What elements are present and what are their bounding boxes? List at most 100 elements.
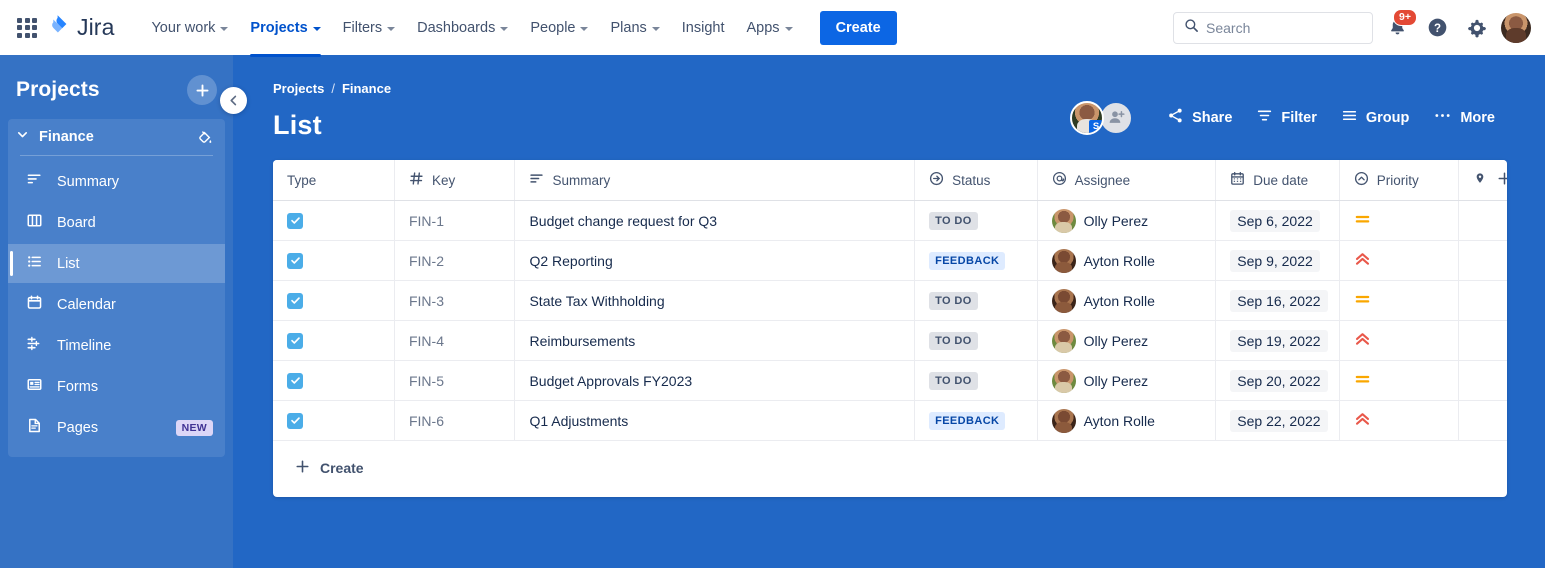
cell-priority[interactable] [1339, 281, 1458, 321]
cell-key[interactable]: FIN-6 [394, 401, 514, 441]
breadcrumb-projects[interactable]: Projects [273, 81, 324, 96]
cell-assignee[interactable]: Ayton Rolle [1037, 281, 1216, 321]
cell-due-date[interactable]: Sep 22, 2022 [1216, 401, 1340, 441]
status-badge[interactable]: FEEDBACK [929, 412, 1005, 430]
cell-priority[interactable] [1339, 321, 1458, 361]
task-checkbox-icon[interactable] [287, 213, 303, 229]
add-person-icon[interactable] [1099, 101, 1133, 135]
nav-plans[interactable]: Plans [601, 13, 668, 43]
cell-key[interactable]: FIN-1 [394, 201, 514, 241]
nav-dashboards[interactable]: Dashboards [408, 13, 517, 43]
nav-your-work[interactable]: Your work [142, 13, 237, 43]
footer-create-button[interactable]: Create [273, 441, 1507, 497]
cell-assignee[interactable]: Olly Perez [1037, 201, 1216, 241]
status-badge[interactable]: TO DO [929, 292, 978, 310]
nav-insight[interactable]: Insight [673, 13, 734, 43]
priority-medium-icon[interactable] [1354, 295, 1371, 311]
assignee[interactable]: Olly Perez [1052, 369, 1202, 393]
due-date-value[interactable]: Sep 6, 2022 [1230, 210, 1320, 232]
paint-bucket-icon[interactable] [196, 129, 213, 146]
breadcrumb-finance[interactable]: Finance [342, 81, 391, 96]
table-row[interactable]: FIN-6 Q1 Adjustments FEEDBACK Ayton Rolle Se… [273, 401, 1507, 441]
cell-status[interactable]: TO DO [915, 201, 1037, 241]
cell-summary[interactable]: Q2 Reporting [515, 241, 915, 281]
filter-button[interactable]: Filter [1244, 100, 1328, 135]
cell-key[interactable]: FIN-5 [394, 361, 514, 401]
jira-home-link[interactable]: Jira [46, 13, 114, 42]
cell-assignee[interactable]: Olly Perez [1037, 321, 1216, 361]
cell-type[interactable] [273, 401, 394, 441]
cell-type[interactable] [273, 321, 394, 361]
cell-type[interactable] [273, 281, 394, 321]
create-button[interactable]: Create [820, 11, 897, 45]
issue-key-link[interactable]: FIN-3 [409, 293, 444, 309]
column-header-assignee[interactable]: Assignee [1037, 160, 1216, 201]
task-checkbox-icon[interactable] [287, 253, 303, 269]
table-row[interactable]: FIN-5 Budget Approvals FY2023 TO DO Olly Pe… [273, 361, 1507, 401]
table-row[interactable]: FIN-4ReimbursementsTO DOOlly PerezSep 19… [273, 321, 1507, 361]
column-header-status[interactable]: Status [915, 160, 1037, 201]
chevron-down-icon[interactable] [16, 128, 29, 146]
avatar[interactable]: S [1070, 101, 1104, 135]
sidebar-item-summary[interactable]: Summary [8, 162, 225, 201]
task-checkbox-icon[interactable] [287, 373, 303, 389]
column-header-due-date[interactable]: Due date [1216, 160, 1340, 201]
notifications-button[interactable]: 9+ [1381, 12, 1413, 44]
more-button[interactable]: More [1421, 100, 1507, 135]
table-row[interactable]: FIN-1Budget change request for Q3TO DOOl… [273, 201, 1507, 241]
sidebar-item-list[interactable]: List [8, 244, 225, 283]
column-header-type[interactable]: Type [273, 160, 394, 201]
cell-type[interactable] [273, 241, 394, 281]
assignee[interactable]: Olly Perez [1052, 329, 1202, 353]
cell-due-date[interactable]: Sep 6, 2022 [1216, 201, 1340, 241]
issue-key-link[interactable]: FIN-4 [409, 333, 444, 349]
priority-high-icon[interactable] [1354, 415, 1371, 431]
grid-apps-icon[interactable] [14, 15, 40, 41]
sidebar-collapse-button[interactable] [220, 87, 247, 114]
issue-key-link[interactable]: FIN-6 [409, 413, 444, 429]
nav-apps[interactable]: Apps [738, 13, 802, 43]
cell-key[interactable]: FIN-3 [394, 281, 514, 321]
cell-summary[interactable]: Q1 Adjustments [515, 401, 915, 441]
issue-key-link[interactable]: FIN-2 [409, 253, 444, 269]
assignee[interactable]: Ayton Rolle [1052, 289, 1202, 313]
priority-high-icon[interactable] [1354, 335, 1371, 351]
cell-summary[interactable]: Budget change request for Q3 [515, 201, 915, 241]
task-checkbox-icon[interactable] [287, 413, 303, 429]
cell-status[interactable]: TO DO [915, 281, 1037, 321]
cell-key[interactable]: FIN-2 [394, 241, 514, 281]
cell-type[interactable] [273, 361, 394, 401]
cell-priority[interactable] [1339, 241, 1458, 281]
cell-due-date[interactable]: Sep 20, 2022 [1216, 361, 1340, 401]
cell-summary[interactable]: Reimbursements [515, 321, 915, 361]
cell-key[interactable]: FIN-4 [394, 321, 514, 361]
due-date-value[interactable]: Sep 22, 2022 [1230, 410, 1327, 432]
issue-summary-text[interactable]: Q1 Adjustments [529, 413, 628, 429]
help-circle-icon[interactable]: ? [1421, 12, 1453, 44]
priority-medium-icon[interactable] [1354, 375, 1371, 391]
sidebar-item-timeline[interactable]: Timeline [8, 326, 225, 365]
issue-key-link[interactable]: FIN-5 [409, 373, 444, 389]
sidebar-item-pages[interactable]: Pages NEW [8, 408, 225, 447]
column-header-summary[interactable]: Summary [515, 160, 915, 201]
share-button[interactable]: Share [1155, 100, 1244, 135]
status-badge[interactable]: FEEDBACK [929, 252, 1005, 270]
column-header-priority[interactable]: Priority [1339, 160, 1458, 201]
assignee[interactable]: Ayton Rolle [1052, 249, 1202, 273]
due-date-value[interactable]: Sep 9, 2022 [1230, 250, 1320, 272]
project-finance-header[interactable]: Finance [8, 119, 225, 155]
issue-summary-text[interactable]: Budget Approvals FY2023 [529, 373, 692, 389]
due-date-value[interactable]: Sep 20, 2022 [1230, 370, 1327, 392]
cell-priority[interactable] [1339, 361, 1458, 401]
cell-summary[interactable]: State Tax Withholding [515, 281, 915, 321]
profile-avatar[interactable] [1501, 13, 1531, 43]
cell-status[interactable]: FEEDBACK [915, 241, 1037, 281]
cell-assignee[interactable]: Ayton Rolle [1037, 401, 1216, 441]
status-badge[interactable]: TO DO [929, 372, 978, 390]
sidebar-item-board[interactable]: Board [8, 203, 225, 242]
sidebar-item-calendar[interactable]: Calendar [8, 285, 225, 324]
status-badge[interactable]: TO DO [929, 332, 978, 350]
priority-medium-icon[interactable] [1354, 215, 1371, 231]
table-row[interactable]: FIN-2 Q2 Reporting FEEDBACK Ayton Rolle Sep … [273, 241, 1507, 281]
issue-summary-text[interactable]: Reimbursements [529, 333, 635, 349]
